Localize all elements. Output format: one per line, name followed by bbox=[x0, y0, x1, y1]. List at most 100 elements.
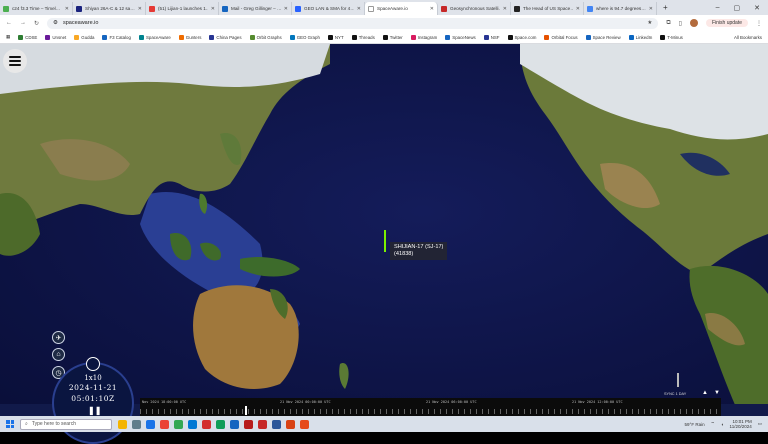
browser-tab[interactable]: GEO LAN & SMA for 4… ✕ bbox=[292, 2, 365, 15]
home-icon[interactable]: ⌂ bbox=[52, 348, 65, 361]
browser-tab[interactable]: where is 94.7 degrees… ✕ bbox=[584, 2, 657, 15]
step-down-icon[interactable]: ▼ bbox=[714, 390, 720, 396]
all-bookmarks[interactable]: All Bookmarks bbox=[734, 35, 762, 40]
bookmark-item[interactable]: CDSE bbox=[18, 34, 37, 40]
browser-tab[interactable]: (51) Lijian-1 launches 1… ✕ bbox=[146, 2, 219, 15]
tab-close-icon[interactable]: ✕ bbox=[576, 6, 580, 12]
bookmark-item[interactable]: Space Review bbox=[585, 34, 621, 40]
browser-tab[interactable]: SpaceAware.io ✕ bbox=[365, 2, 438, 15]
tab-close-icon[interactable]: ✕ bbox=[211, 6, 215, 12]
speed-knob[interactable] bbox=[86, 357, 100, 371]
maximize-icon[interactable]: ▢ bbox=[734, 4, 741, 12]
taskbar-app-icon[interactable] bbox=[258, 419, 267, 429]
taskbar-app-icon[interactable] bbox=[202, 419, 211, 429]
minimize-icon[interactable]: – bbox=[716, 4, 720, 12]
taskbar-app-icon[interactable] bbox=[118, 419, 127, 429]
bookmark-item[interactable]: SpaceAware bbox=[138, 34, 171, 40]
bookmark-favicon bbox=[445, 34, 451, 40]
taskbar-app-icon[interactable] bbox=[160, 419, 169, 429]
bookmark-item[interactable]: Space.com bbox=[507, 34, 536, 40]
bookmark-star-icon[interactable]: ★ bbox=[647, 20, 652, 26]
network-icon[interactable]: ⌔ bbox=[711, 421, 715, 427]
extensions-icon[interactable]: ⧉ bbox=[666, 20, 670, 27]
taskbar-app-icon[interactable] bbox=[244, 419, 253, 429]
taskbar-app-icon[interactable] bbox=[146, 419, 155, 429]
satellite-track-line bbox=[384, 230, 386, 252]
tab-title: Shiyan 26A-C & 12 sa… bbox=[85, 6, 135, 11]
taskbar-app-icon[interactable] bbox=[230, 419, 239, 429]
apps-grid-icon[interactable]: ▦ bbox=[6, 34, 10, 40]
bookmark-item[interactable]: T-Minus bbox=[660, 34, 683, 40]
bookmark-label: T-Minus bbox=[667, 34, 683, 40]
forward-icon[interactable]: → bbox=[20, 20, 26, 26]
taskbar-app-icon[interactable] bbox=[174, 419, 183, 429]
tab-close-icon[interactable]: ✕ bbox=[138, 6, 142, 12]
notification-icon[interactable]: ▭ bbox=[758, 421, 762, 427]
close-window-icon[interactable]: ✕ bbox=[754, 4, 760, 12]
profile-avatar[interactable] bbox=[689, 19, 698, 27]
taskbar-app-icon[interactable] bbox=[286, 419, 295, 429]
bookmark-favicon bbox=[628, 34, 634, 40]
timeline-cursor[interactable] bbox=[245, 406, 247, 415]
tab-close-icon[interactable]: ✕ bbox=[65, 6, 69, 12]
bookmark-item[interactable]: Orbit Graphs bbox=[249, 34, 282, 40]
step-up-icon[interactable]: ▲ bbox=[702, 390, 708, 396]
bookmark-favicon bbox=[410, 34, 416, 40]
taskbar-app-icon[interactable] bbox=[132, 419, 141, 429]
bookmark-item[interactable]: Instagram bbox=[410, 34, 437, 40]
taskbar-app-icon[interactable] bbox=[300, 419, 309, 429]
volume-icon[interactable]: ◖ bbox=[721, 422, 724, 427]
bookmark-favicon bbox=[507, 34, 513, 40]
bookmark-item[interactable]: Threads bbox=[351, 34, 375, 40]
address-bar[interactable]: ⚙ spaceaware.io ★ bbox=[47, 17, 659, 29]
browser-tab[interactable]: Shiyan 26A-C & 12 sa… ✕ bbox=[73, 2, 146, 15]
sync-slider[interactable] bbox=[677, 373, 679, 387]
tab-favicon bbox=[441, 5, 447, 12]
tab-close-icon[interactable]: ✕ bbox=[357, 6, 361, 12]
bookmark-item[interactable]: SpaceNews bbox=[445, 34, 476, 40]
browser-tab[interactable]: c24 f3.3 Time – Timel… ✕ bbox=[0, 2, 73, 15]
tab-title: Geosynchronous Satelli… bbox=[450, 6, 500, 11]
windows-start-icon[interactable] bbox=[6, 420, 14, 428]
finish-update-button[interactable]: Finish update bbox=[705, 19, 748, 27]
new-tab-button[interactable]: + bbox=[663, 3, 668, 12]
bookmark-item[interactable]: Twitter bbox=[382, 34, 403, 40]
taskbar-clock[interactable]: 10:01 PM 11/20/2024 bbox=[730, 419, 752, 429]
browser-tab[interactable]: Geosynchronous Satelli… ✕ bbox=[438, 2, 511, 15]
back-icon[interactable]: ← bbox=[6, 20, 12, 26]
main-menu-button[interactable] bbox=[3, 49, 27, 73]
tab-close-icon[interactable]: ✕ bbox=[430, 6, 434, 12]
taskbar-search[interactable]: ⌕ Type here to search bbox=[20, 418, 112, 430]
bookmark-item[interactable]: Orbital Focus bbox=[544, 34, 578, 40]
bookmark-item[interactable]: Unsnet bbox=[45, 34, 66, 40]
bookmark-label: Orbital Focus bbox=[551, 34, 578, 40]
menu-kebab-icon[interactable]: ⋮ bbox=[756, 20, 762, 27]
weather-readout[interactable]: 59°F Rain bbox=[685, 422, 705, 427]
taskbar-app-icon[interactable] bbox=[272, 419, 281, 429]
bookmark-item[interactable]: GEO Graph bbox=[289, 34, 320, 40]
search-placeholder: Type here to search bbox=[31, 421, 77, 427]
browser-tab[interactable]: The Head of US Space… ✕ bbox=[511, 2, 584, 15]
tab-close-icon[interactable]: ✕ bbox=[503, 6, 507, 12]
bookmark-item[interactable]: LinkedIn bbox=[628, 34, 652, 40]
pause-icon[interactable]: ❚❚ bbox=[88, 406, 101, 415]
bookmark-item[interactable]: NYT bbox=[327, 34, 344, 40]
bookmark-item[interactable]: NSF bbox=[483, 34, 500, 40]
sync-label: SYNC 1 DAY bbox=[664, 392, 687, 396]
site-info-icon[interactable]: ⚙ bbox=[53, 20, 58, 26]
satellite-icon[interactable]: ✈ bbox=[52, 331, 65, 344]
sidebar-icon[interactable]: ▯ bbox=[679, 20, 682, 27]
satellite-label[interactable]: SHIJIAN-17 (SJ-17) (41838) bbox=[390, 242, 448, 260]
timeline-bar[interactable]: Nov 2024 18:00:00 UTC 21 Nov 2024 00:00:0… bbox=[140, 398, 721, 416]
tab-close-icon[interactable]: ✕ bbox=[284, 6, 288, 12]
taskbar-app-icon[interactable] bbox=[188, 419, 197, 429]
bookmark-item[interactable]: F3 Catalog bbox=[102, 34, 131, 40]
taskbar-app-icon[interactable] bbox=[216, 419, 225, 429]
reload-icon[interactable]: ↻ bbox=[34, 20, 39, 27]
tab-close-icon[interactable]: ✕ bbox=[649, 6, 653, 12]
bookmark-favicon bbox=[138, 34, 144, 40]
browser-tab[interactable]: Mail - Greg Gillinger – … ✕ bbox=[219, 2, 292, 15]
bookmark-item[interactable]: China Pages bbox=[209, 34, 242, 40]
bookmark-item[interactable]: Gunters bbox=[178, 34, 201, 40]
bookmark-item[interactable]: Gudda bbox=[74, 34, 94, 40]
